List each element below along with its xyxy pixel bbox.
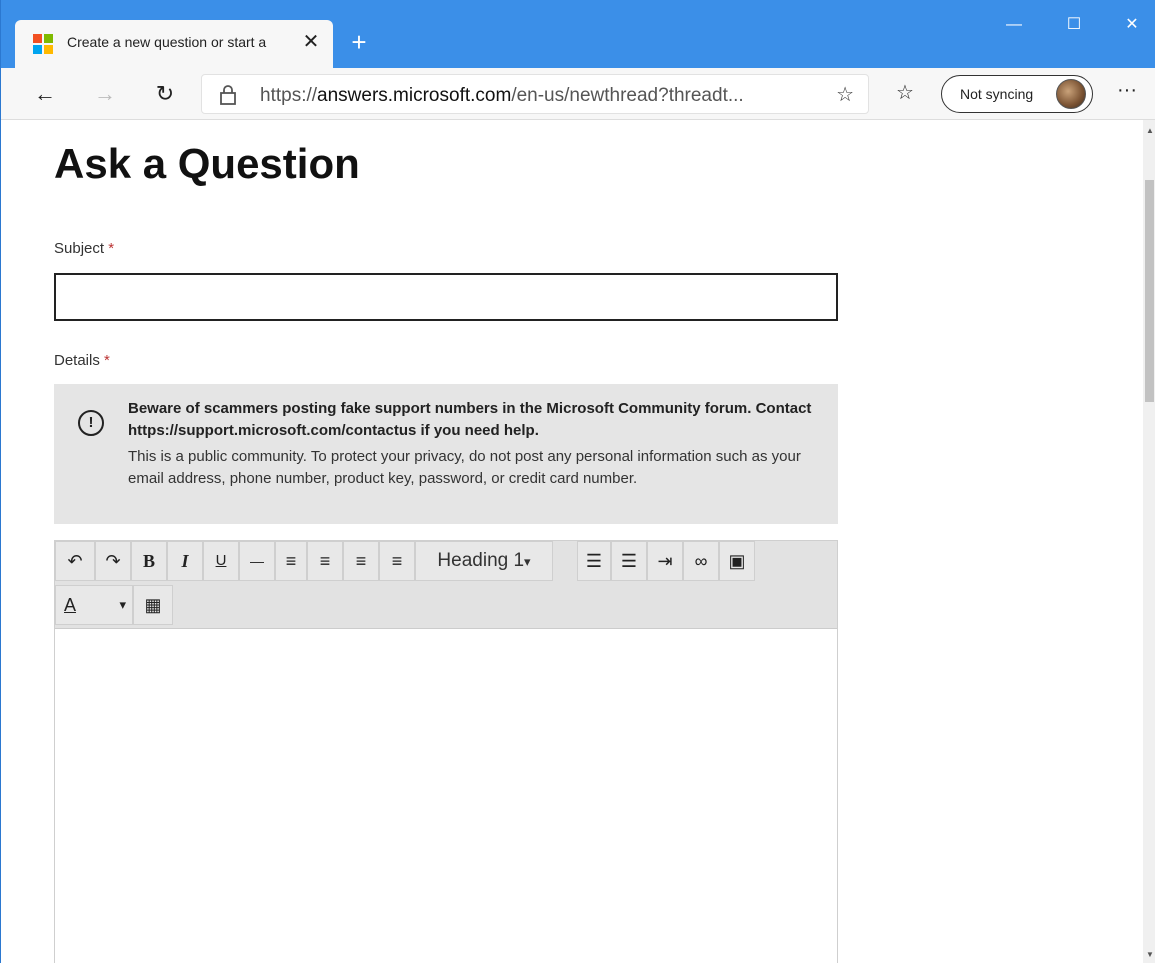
- scroll-down-arrow-icon[interactable]: ▼: [1146, 950, 1154, 959]
- title-bar: Create a new question or start a ✕ + — ☐…: [1, 0, 1155, 68]
- align-right-icon[interactable]: ≡: [343, 541, 379, 581]
- info-exclamation-icon: !: [78, 410, 104, 436]
- required-marker: *: [104, 352, 110, 369]
- chevron-down-icon: ▾: [119, 597, 126, 612]
- favorites-list-icon[interactable]: ☆: [891, 80, 919, 108]
- required-marker: *: [108, 240, 115, 257]
- lock-icon: [220, 85, 236, 105]
- subject-label: Subject *: [54, 240, 115, 257]
- notice-privacy-text: This is a public community. To protect y…: [128, 448, 801, 487]
- address-bar[interactable]: https://answers.microsoft.com/en-us/newt…: [201, 74, 869, 114]
- undo-icon[interactable]: ↶: [55, 541, 95, 581]
- editor-toolbar: ↶ ↷ B I U — ≡ ≡ ≡ ≡ Heading 1▾ ☰ ☰ ⇥ ∞ ▣…: [55, 541, 837, 629]
- profile-sync-button[interactable]: Not syncing: [941, 75, 1093, 113]
- browser-tab[interactable]: Create a new question or start a ✕: [15, 20, 333, 68]
- page-content: Ask a Question Subject * Details * ! Bew…: [2, 120, 1143, 963]
- table-icon[interactable]: ▦: [133, 585, 173, 625]
- redo-icon[interactable]: ↷: [95, 541, 131, 581]
- strikethrough-icon[interactable]: —: [239, 541, 275, 581]
- bullet-list-icon[interactable]: ☰: [577, 541, 611, 581]
- sync-status-label: Not syncing: [960, 86, 1034, 102]
- refresh-icon[interactable]: ↻: [147, 76, 183, 112]
- details-editor-area[interactable]: [55, 629, 837, 963]
- microsoft-logo-icon: [33, 34, 53, 54]
- back-arrow-icon[interactable]: ←: [27, 76, 63, 112]
- font-color-icon: A: [64, 595, 77, 615]
- tab-title: Create a new question or start a: [67, 34, 267, 50]
- align-left-icon[interactable]: ≡: [275, 541, 307, 581]
- tab-close-icon[interactable]: ✕: [299, 30, 323, 54]
- page-title: Ask a Question: [54, 140, 360, 187]
- details-label: Details *: [54, 352, 110, 369]
- browser-window: Create a new question or start a ✕ + — ☐…: [0, 0, 1155, 963]
- scrollbar-thumb[interactable]: [1145, 180, 1154, 402]
- maximize-button[interactable]: ☐: [1051, 10, 1097, 40]
- new-tab-button[interactable]: +: [343, 26, 375, 58]
- subject-input[interactable]: [54, 273, 838, 321]
- url-text: https://answers.microsoft.com/en-us/newt…: [260, 85, 744, 106]
- scroll-up-arrow-icon[interactable]: ▲: [1146, 126, 1154, 135]
- justify-icon[interactable]: ≡: [379, 541, 415, 581]
- align-center-icon[interactable]: ≡: [307, 541, 343, 581]
- link-icon[interactable]: ∞: [683, 541, 719, 581]
- more-options-icon[interactable]: ···: [1109, 80, 1145, 108]
- heading-dropdown[interactable]: Heading 1▾: [415, 541, 553, 581]
- scam-warning-notice: ! Beware of scammers posting fake suppor…: [54, 384, 838, 524]
- rich-text-editor: ↶ ↷ B I U — ≡ ≡ ≡ ≡ Heading 1▾ ☰ ☰ ⇥ ∞ ▣…: [54, 540, 838, 963]
- vertical-scrollbar[interactable]: ▲ ▼: [1143, 120, 1155, 963]
- notice-warning-text: Beware of scammers posting fake support …: [128, 400, 812, 439]
- chevron-down-icon: ▾: [524, 554, 531, 569]
- bold-button[interactable]: B: [131, 541, 167, 581]
- navigation-bar: ← → ↻ https://answers.microsoft.com/en-u…: [1, 68, 1155, 120]
- numbered-list-icon[interactable]: ☰: [611, 541, 647, 581]
- italic-button[interactable]: I: [167, 541, 203, 581]
- favorite-star-icon[interactable]: ☆: [836, 82, 854, 107]
- forward-arrow-icon[interactable]: →: [87, 76, 123, 112]
- image-icon[interactable]: ▣: [719, 541, 755, 581]
- minimize-button[interactable]: —: [991, 10, 1037, 40]
- avatar: [1056, 79, 1086, 109]
- indent-icon[interactable]: ⇥: [647, 541, 683, 581]
- underline-button[interactable]: U: [203, 541, 239, 581]
- close-window-button[interactable]: ✕: [1109, 10, 1155, 40]
- font-color-dropdown[interactable]: A ▾: [55, 585, 133, 625]
